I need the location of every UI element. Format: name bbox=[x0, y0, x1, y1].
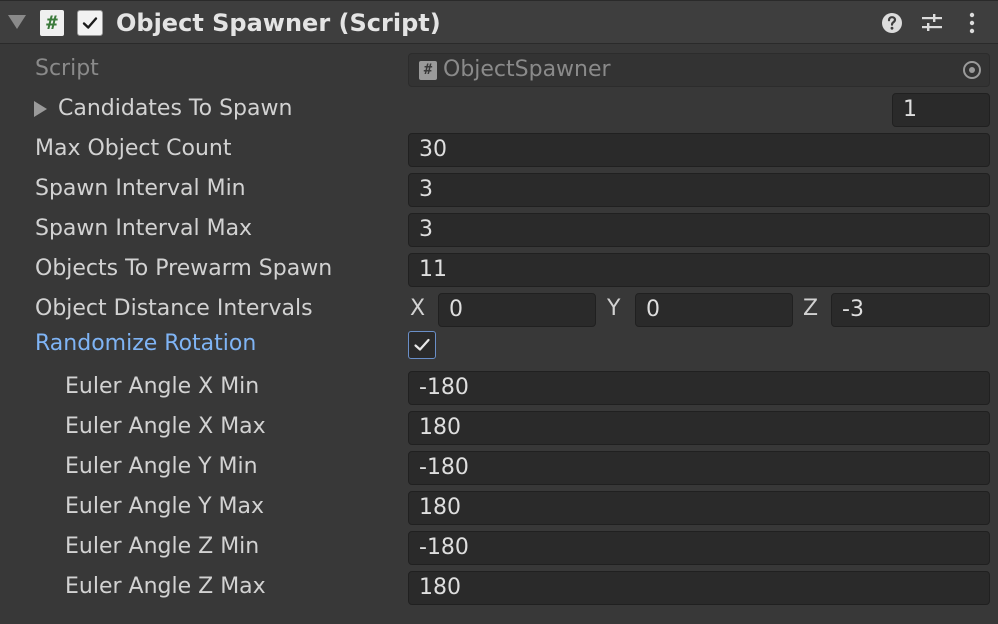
euler-z-min-row: Euler Angle Z Min -180 bbox=[0, 527, 998, 567]
foldout-arrow-icon[interactable] bbox=[8, 15, 26, 29]
euler-x-max-label: Euler Angle X Max bbox=[65, 414, 266, 439]
x-axis-label[interactable]: X bbox=[410, 289, 425, 329]
component-enabled-toggle[interactable] bbox=[77, 10, 103, 36]
script-file-icon: # bbox=[419, 61, 437, 80]
candidates-size-input[interactable]: 1 bbox=[892, 93, 990, 127]
max-object-count-row: Max Object Count 30 bbox=[0, 129, 998, 169]
checkmark-icon bbox=[82, 17, 98, 29]
spawn-interval-max-row: Spawn Interval Max 3 bbox=[0, 209, 998, 249]
euler-y-min-input[interactable]: -180 bbox=[408, 451, 990, 485]
candidates-row[interactable]: Candidates To Spawn 1 bbox=[0, 89, 998, 129]
expand-arrow-icon[interactable] bbox=[34, 101, 47, 117]
euler-y-max-input[interactable]: 180 bbox=[408, 491, 990, 525]
max-object-count-label: Max Object Count bbox=[35, 136, 232, 161]
euler-y-min-label: Euler Angle Y Min bbox=[65, 454, 258, 479]
script-label: Script bbox=[35, 56, 99, 81]
euler-x-min-label: Euler Angle X Min bbox=[65, 374, 260, 399]
checkmark-icon bbox=[414, 338, 430, 351]
object-distance-intervals-label: Object Distance Intervals bbox=[35, 296, 313, 321]
objects-to-prewarm-row: Objects To Prewarm Spawn 11 bbox=[0, 249, 998, 289]
spawn-interval-max-input[interactable]: 3 bbox=[408, 213, 990, 247]
randomize-rotation-row: Randomize Rotation bbox=[0, 326, 998, 362]
randomize-rotation-label: Randomize Rotation bbox=[35, 331, 257, 356]
euler-z-min-label: Euler Angle Z Min bbox=[65, 534, 260, 559]
spawn-interval-min-label: Spawn Interval Min bbox=[35, 176, 246, 201]
euler-x-max-input[interactable]: 180 bbox=[408, 411, 990, 445]
euler-z-max-label: Euler Angle Z Max bbox=[65, 574, 266, 599]
csharp-script-icon: # bbox=[40, 10, 64, 36]
euler-y-max-row: Euler Angle Y Max 180 bbox=[0, 487, 998, 527]
euler-x-max-row: Euler Angle X Max 180 bbox=[0, 407, 998, 447]
objects-to-prewarm-label: Objects To Prewarm Spawn bbox=[35, 256, 333, 281]
distance-y-input[interactable]: 0 bbox=[635, 293, 793, 327]
object-spawner-inspector: # Object Spawner (Script) Script # Objec… bbox=[0, 0, 998, 624]
component-title: Object Spawner (Script) bbox=[116, 9, 441, 37]
distance-x-input[interactable]: 0 bbox=[438, 293, 596, 327]
z-axis-label[interactable]: Z bbox=[803, 289, 818, 329]
object-picker-icon[interactable] bbox=[963, 61, 981, 79]
euler-z-min-input[interactable]: -180 bbox=[408, 531, 990, 565]
euler-y-max-label: Euler Angle Y Max bbox=[65, 494, 265, 519]
script-object-field: # ObjectSpawner bbox=[408, 53, 990, 87]
script-value: ObjectSpawner bbox=[443, 57, 611, 82]
menu-icon[interactable] bbox=[960, 11, 984, 35]
component-header[interactable]: # Object Spawner (Script) bbox=[0, 0, 998, 44]
object-distance-intervals-row: Object Distance Intervals X 0 Y 0 Z -3 bbox=[0, 289, 998, 329]
euler-x-min-row: Euler Angle X Min -180 bbox=[0, 367, 998, 407]
euler-x-min-input[interactable]: -180 bbox=[408, 371, 990, 405]
euler-y-min-row: Euler Angle Y Min -180 bbox=[0, 447, 998, 487]
candidates-label[interactable]: Candidates To Spawn bbox=[58, 89, 292, 129]
spawn-interval-min-input[interactable]: 3 bbox=[408, 173, 990, 207]
euler-z-max-input[interactable]: 180 bbox=[408, 571, 990, 605]
max-object-count-input[interactable]: 30 bbox=[408, 133, 990, 167]
distance-z-input[interactable]: -3 bbox=[831, 293, 990, 327]
spawn-interval-max-label: Spawn Interval Max bbox=[35, 216, 253, 241]
euler-z-max-row: Euler Angle Z Max 180 bbox=[0, 567, 998, 607]
y-axis-label[interactable]: Y bbox=[607, 289, 620, 329]
spawn-interval-min-row: Spawn Interval Min 3 bbox=[0, 169, 998, 209]
help-icon[interactable] bbox=[880, 11, 904, 35]
objects-to-prewarm-input[interactable]: 11 bbox=[408, 253, 990, 287]
randomize-rotation-checkbox[interactable] bbox=[408, 331, 436, 359]
preset-icon[interactable] bbox=[920, 11, 944, 35]
script-row: Script # ObjectSpawner bbox=[0, 49, 998, 89]
